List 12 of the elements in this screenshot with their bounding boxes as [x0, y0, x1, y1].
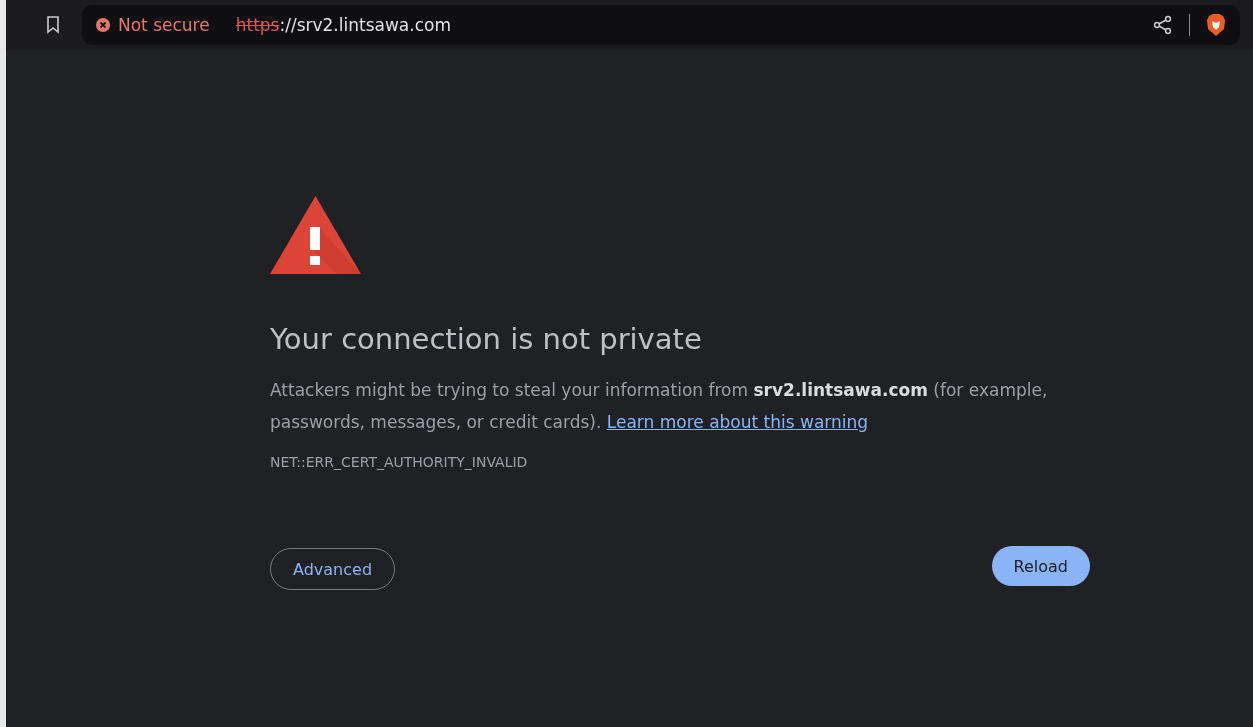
url-text[interactable]: https://srv2.lintsawa.com [235, 15, 451, 35]
security-status[interactable]: Not secure [118, 15, 210, 35]
error-code: NET::ERR_CERT_AUTHORITY_INVALID [270, 454, 529, 470]
share-icon[interactable] [1153, 15, 1173, 35]
learn-more-link[interactable]: Learn more about this warning [606, 412, 869, 432]
reload-button[interactable]: Reload [991, 546, 1090, 586]
bookmark-icon[interactable] [46, 16, 60, 34]
address-bar[interactable]: Not secure https://srv2.lintsawa.com [82, 5, 1240, 45]
warning-message: Attackers might be trying to steal your information from srv2.lintsawa.com (for example, passwords, messages, or credit cards). Learn more about this warning [270, 379, 1049, 434]
error-icon[interactable] [96, 18, 110, 32]
warning-icon [270, 196, 361, 274]
page-title: Your connection is not private [270, 322, 703, 356]
